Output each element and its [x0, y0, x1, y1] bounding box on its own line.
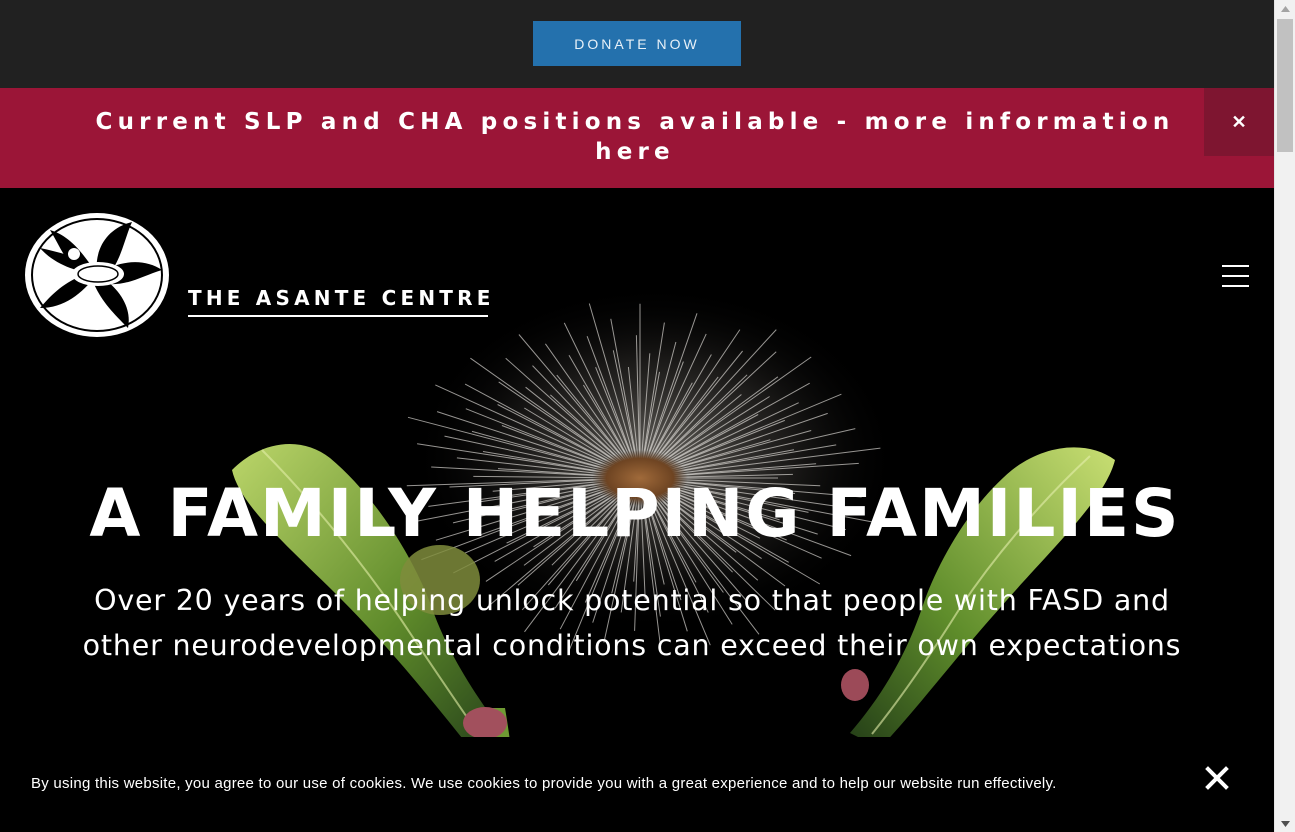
logo-wordmark: THE ASANTE CENTRE [188, 286, 495, 310]
cookie-notice: By using this website, you agree to our … [0, 737, 1274, 832]
close-icon: ✕ [1231, 111, 1247, 132]
cookie-notice-text: By using this website, you agree to our … [31, 775, 1057, 792]
hero-subtitle: Over 20 years of helping unlock potentia… [82, 584, 1182, 662]
alert-link[interactable]: Current SLP and CHA positions available … [90, 107, 1180, 167]
scrollbar-thumb[interactable] [1277, 19, 1293, 152]
chevron-up-icon[interactable] [1275, 0, 1295, 17]
logo-underline [188, 315, 488, 317]
hero-section: THE ASANTE CENTRE A FAMILY HELPING FAMIL… [0, 188, 1274, 832]
chevron-down-icon[interactable] [1275, 815, 1295, 832]
hero-title: A FAMILY HELPING FAMILIES [89, 475, 1181, 552]
hamburger-menu-icon[interactable] [1222, 265, 1249, 287]
alert-close-button[interactable]: ✕ [1204, 88, 1274, 156]
site-logo[interactable]: THE ASANTE CENTRE [24, 212, 494, 340]
page: DONATE NOW Current SLP and CHA positions… [0, 0, 1274, 832]
close-icon[interactable] [1204, 765, 1230, 791]
asante-flower-icon [25, 213, 169, 337]
job-alert-banner: Current SLP and CHA positions available … [0, 88, 1274, 188]
donate-bar: DONATE NOW [0, 0, 1274, 88]
donate-now-button[interactable]: DONATE NOW [533, 21, 741, 66]
vertical-scrollbar[interactable] [1274, 0, 1295, 832]
